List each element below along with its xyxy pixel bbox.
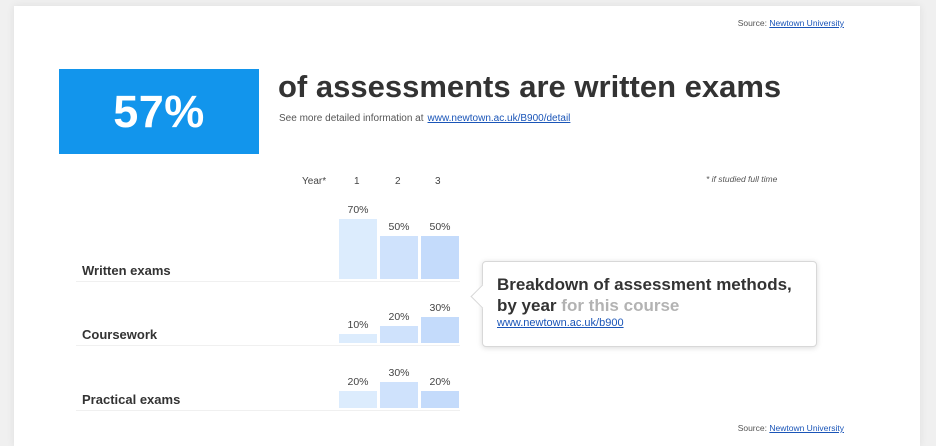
breakdown-callout: Breakdown of assessment methods, by year… (470, 261, 817, 347)
row-divider (76, 345, 460, 346)
bar-practical-exams-year-1 (339, 391, 377, 408)
bar-label-practical-exams-year-2: 30% (388, 367, 410, 379)
bar-label-practical-exams-year-3: 20% (429, 376, 451, 388)
course-link[interactable]: www.newtown.ac.uk/b900 (497, 317, 624, 329)
source-link-top[interactable]: Newtown University (769, 18, 844, 28)
source-bottom: Source: Newtown University (738, 423, 844, 433)
bar-written-exams-year-3 (421, 236, 459, 279)
bar-label-coursework-year-2: 20% (388, 311, 410, 323)
bar-coursework-year-1 (339, 334, 377, 343)
row-label-coursework: Coursework (82, 327, 158, 342)
source-label: Source: (737, 423, 767, 433)
bar-label-practical-exams-year-1: 20% (347, 376, 369, 388)
detail-info-line: See more detailed information at www.newt… (279, 113, 570, 124)
callout-title-muted: for this course (561, 296, 680, 315)
bar-practical-exams-year-2 (380, 382, 418, 408)
detail-link[interactable]: www.newtown.ac.uk/B900/detail (428, 113, 571, 124)
bar-label-written-exams-year-1: 70% (347, 204, 369, 216)
bar-practical-exams-year-3 (421, 391, 459, 408)
bar-written-exams-year-2 (380, 236, 418, 279)
year-header-label: Year* (302, 176, 327, 187)
stat-percentage: 57% (59, 69, 259, 154)
bar-coursework-year-2 (380, 326, 418, 343)
bar-label-written-exams-year-2: 50% (388, 221, 410, 233)
row-label-written-exams: Written exams (82, 263, 171, 278)
callout-link-wrap: www.newtown.ac.uk/b900 (497, 317, 802, 329)
source-top: Source: Newtown University (738, 18, 844, 28)
row-divider (76, 410, 460, 411)
year-header-1: 1 (354, 176, 360, 187)
source-link-bottom[interactable]: Newtown University (769, 423, 844, 433)
bar-coursework-year-3 (421, 317, 459, 343)
row-divider (76, 281, 460, 282)
bar-written-exams-year-1 (339, 219, 377, 279)
year-header-2: 2 (395, 176, 401, 187)
year-header-3: 3 (435, 176, 441, 187)
row-label-practical-exams: Practical exams (82, 392, 181, 407)
bar-label-written-exams-year-3: 50% (429, 221, 451, 233)
callout-title: Breakdown of assessment methods, by year… (497, 274, 802, 316)
bar-label-coursework-year-1: 10% (347, 319, 369, 331)
bar-label-coursework-year-3: 30% (429, 302, 451, 314)
footnote: * if studied full time (706, 174, 778, 184)
source-label: Source: (737, 18, 767, 28)
detail-info-prefix: See more detailed information at (279, 113, 424, 124)
stat-headline: of assessments are written exams (278, 69, 782, 104)
